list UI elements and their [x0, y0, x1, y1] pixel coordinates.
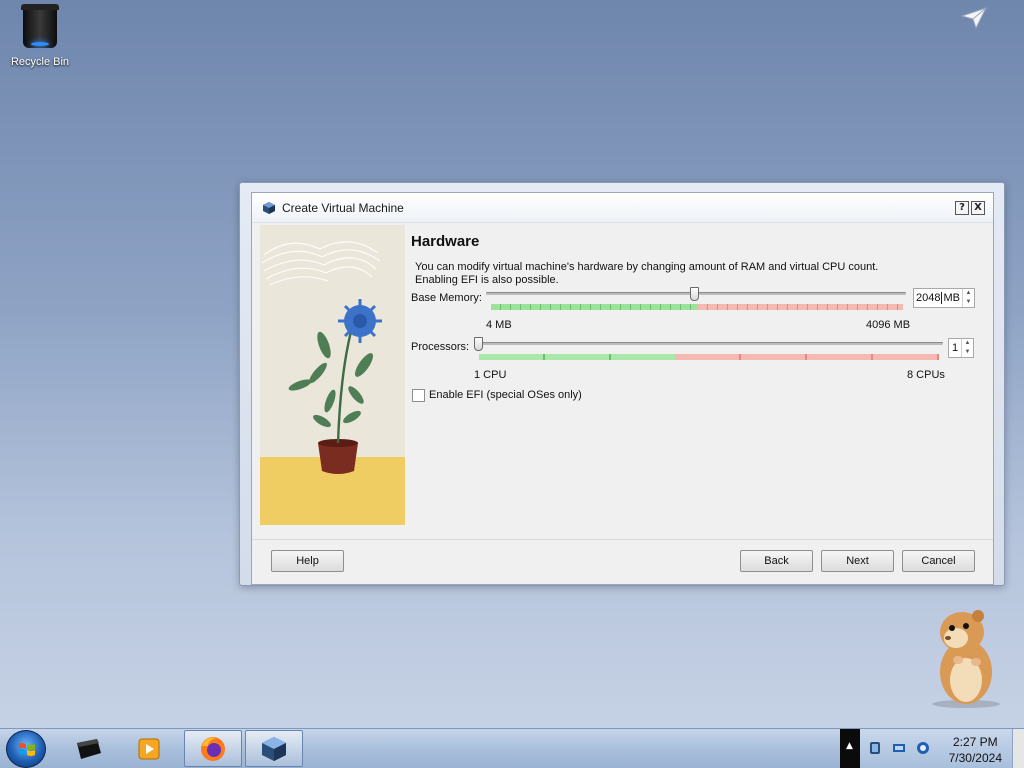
wizard-illustration — [260, 225, 405, 525]
start-button[interactable] — [6, 730, 46, 768]
efi-label: Enable EFI (special OSes only) — [429, 389, 582, 401]
help-title-button[interactable]: ? — [955, 200, 969, 215]
description-line-2: Enabling EFI is also possible. — [415, 274, 559, 286]
page-description: You can modify virtual machine's hardwar… — [415, 261, 885, 287]
cancel-button[interactable]: Cancel — [902, 550, 975, 572]
wizard-content: Hardware You can modify virtual machine'… — [260, 225, 985, 539]
memory-scale-warning — [698, 304, 903, 310]
cpu-scale-safe — [479, 354, 675, 360]
clock-date: 7/30/2024 — [948, 751, 1002, 765]
memory-decrement-icon[interactable]: ▼ — [963, 298, 974, 307]
processors-value: 1 — [952, 342, 959, 354]
hamster-image — [932, 610, 1000, 708]
memory-scale-safe — [491, 304, 698, 310]
help-button[interactable]: Help — [271, 550, 344, 572]
recycle-bin[interactable]: Recycle Bin — [6, 4, 74, 68]
paper-plane-icon — [960, 7, 987, 30]
page-title: Hardware — [411, 233, 480, 250]
cpu-scale-warning — [675, 354, 939, 360]
base-memory-slider-thumb[interactable] — [690, 287, 699, 301]
recycle-bin-label: Recycle Bin — [10, 56, 70, 68]
show-desktop-button[interactable] — [1012, 729, 1024, 768]
recycle-bin-icon — [21, 4, 59, 50]
title-bar[interactable]: Create Virtual Machine ? X — [252, 193, 993, 223]
tray-overflow-button[interactable]: ▲ — [840, 729, 860, 768]
memory-unit: MB — [943, 292, 960, 304]
next-button[interactable]: Next — [821, 550, 894, 572]
processors-decrement-icon[interactable]: ▼ — [962, 348, 973, 357]
memory-min-label: 4 MB — [486, 319, 512, 331]
taskbar: ▲ 2:27 PM 7/30/2024 — [0, 728, 1024, 768]
taskbar-firefox[interactable] — [184, 730, 242, 767]
base-memory-input[interactable]: 2048 MB ▲ ▼ — [913, 288, 975, 308]
processors-increment-icon[interactable]: ▲ — [962, 339, 973, 348]
processors-scale — [479, 354, 939, 360]
firefox-icon — [201, 736, 225, 761]
media-player-icon — [138, 738, 160, 759]
virtualbox-tray-icon[interactable] — [868, 741, 882, 755]
processors-slider[interactable] — [477, 342, 943, 345]
windows-logo-icon — [19, 743, 35, 756]
taskbar-media-player[interactable] — [120, 730, 178, 767]
back-button[interactable]: Back — [740, 550, 813, 572]
memory-max-label: 4096 MB — [866, 319, 911, 331]
processors-min-label: 1 CPU — [474, 369, 507, 381]
create-vm-dialog: Create Virtual Machine ? X Hardware You … — [251, 192, 994, 585]
processors-label: Processors: — [411, 341, 470, 353]
processors-slider-thumb[interactable] — [474, 337, 483, 351]
clock-time: 2:27 PM — [952, 735, 998, 749]
terminal-icon — [77, 738, 101, 759]
network-icon[interactable] — [892, 741, 906, 755]
processors-max-label: 8 CPUs — [907, 369, 945, 381]
virtualbox-icon — [262, 736, 286, 761]
system-tray: 2:27 PM 7/30/2024 — [860, 729, 1024, 768]
close-button[interactable]: X — [971, 200, 985, 215]
volume-icon[interactable] — [916, 741, 930, 755]
efi-checkbox[interactable] — [412, 389, 425, 402]
window-title: Create Virtual Machine — [282, 200, 404, 215]
tray-arrow-icon: ▲ — [846, 741, 853, 751]
memory-increment-icon[interactable]: ▲ — [963, 289, 974, 298]
taskbar-virtualbox[interactable] — [245, 730, 303, 767]
taskbar-terminal[interactable] — [60, 730, 118, 767]
processors-input[interactable]: 1 ▲ ▼ — [948, 338, 974, 358]
memory-value: 2048 — [916, 292, 941, 304]
dialog-frame: Create Virtual Machine ? X Hardware You … — [239, 182, 1005, 586]
button-separator — [252, 539, 993, 540]
base-memory-scale — [491, 304, 903, 310]
virtualbox-icon — [263, 201, 275, 214]
base-memory-label: Base Memory: — [411, 292, 482, 304]
clock[interactable]: 2:27 PM 7/30/2024 — [949, 734, 1002, 766]
description-line-1: You can modify virtual machine's hardwar… — [415, 261, 879, 273]
